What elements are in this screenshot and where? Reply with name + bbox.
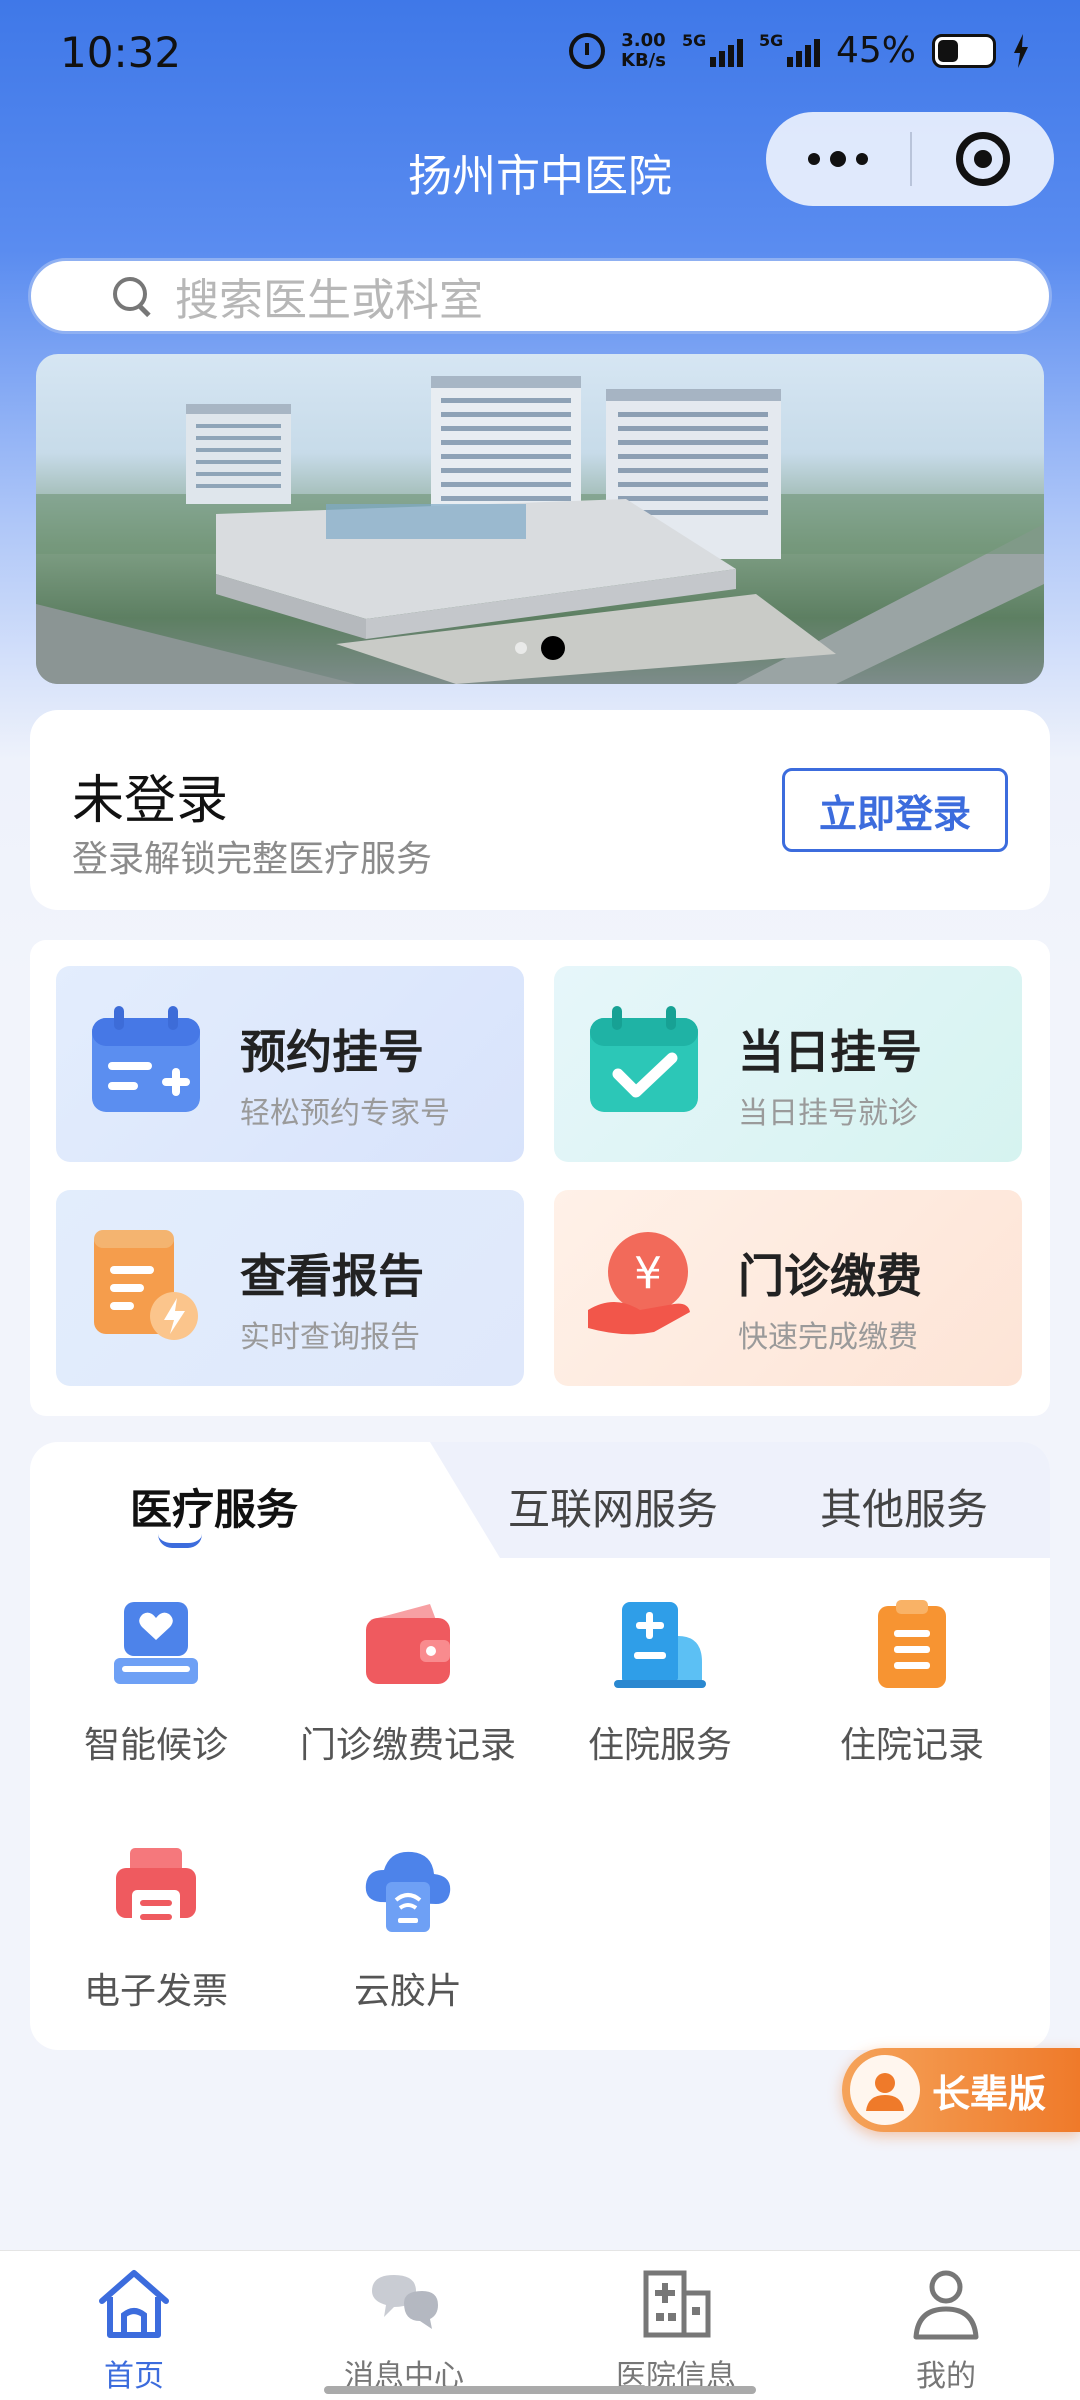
calendar-plus-icon	[92, 1006, 200, 1112]
search-input[interactable]: 搜索医生或科室	[175, 264, 483, 328]
tab-other-services[interactable]: 其他服务	[820, 1476, 988, 1537]
status-icons: 3.00 KB/s 5G 5G 45%	[569, 30, 1030, 71]
elder-avatar-icon	[850, 2055, 920, 2125]
user-icon	[913, 2270, 979, 2340]
quick-action-title: 查看报告	[240, 1249, 424, 1303]
miniprogram-capsule	[766, 112, 1054, 206]
quick-action-subtitle: 快速完成缴费	[738, 1320, 918, 1355]
hospital-banner-image	[36, 376, 1044, 684]
wallet-icon	[366, 1604, 450, 1684]
login-button[interactable]: 立即登录	[782, 768, 1008, 852]
login-status: 未登录	[72, 771, 229, 831]
quick-actions: 预约挂号 轻松预约专家号 当日挂号 当日挂号就诊 查看报告 实时查询报告 ¥ 门…	[30, 940, 1050, 1416]
signal-icon: 5G	[759, 31, 820, 67]
nav-item-hospital-info[interactable]: 医院信息	[576, 2263, 776, 2395]
quick-action-report[interactable]: 查看报告 实时查询报告	[56, 1190, 524, 1386]
nav-item-home[interactable]: 首页	[34, 2263, 234, 2395]
banner-indicator	[36, 636, 1044, 660]
quick-action-title: 当日挂号	[738, 1025, 922, 1079]
login-subtitle: 登录解锁完整医疗服务	[72, 839, 433, 880]
service-label: 电子发票	[83, 1971, 228, 2012]
signal-label: 5G	[681, 30, 707, 50]
service-smart-waiting[interactable]: 智能候诊	[30, 1596, 282, 1768]
search-icon	[111, 275, 153, 317]
payment-hand-icon: ¥	[588, 1232, 690, 1335]
login-card: 未登录 登录解锁完整医疗服务 立即登录	[30, 710, 1050, 910]
quick-action-same-day[interactable]: 当日挂号 当日挂号就诊	[554, 966, 1022, 1162]
status-bar: 10:32 3.00 KB/s 5G 5G 45%	[0, 0, 1080, 110]
quick-action-subtitle: 实时查询报告	[240, 1320, 420, 1355]
bottom-nav: 首页 消息中心 医院信息 我的	[0, 2250, 1080, 2400]
target-icon[interactable]	[912, 112, 1054, 206]
service-payment-records[interactable]: 门诊缴费记录	[282, 1596, 534, 1768]
hospital-bed-icon	[614, 1602, 706, 1688]
battery-percent: 45%	[835, 30, 916, 71]
nav-item-messages[interactable]: 消息中心	[304, 2263, 504, 2395]
banner-carousel[interactable]	[36, 354, 1044, 684]
quick-action-payment[interactable]: ¥ 门诊缴费 快速完成缴费	[554, 1190, 1022, 1386]
signal-label: 5G	[758, 30, 784, 50]
quick-action-subtitle: 轻松预约专家号	[240, 1096, 450, 1131]
service-e-invoice[interactable]: 电子发票	[30, 1842, 282, 2014]
banner-dot-active[interactable]	[541, 636, 565, 660]
quick-action-subtitle: 当日挂号就诊	[738, 1096, 918, 1131]
service-inpatient-records[interactable]: 住院记录	[786, 1596, 1038, 1768]
nav-label: 首页	[104, 2359, 164, 2394]
chat-icon	[372, 2275, 438, 2329]
battery-icon	[932, 33, 996, 68]
home-indicator	[324, 2386, 756, 2394]
elder-mode-button[interactable]: 长辈版	[842, 2048, 1080, 2132]
quick-action-appointment[interactable]: 预约挂号 轻松预约专家号	[56, 966, 524, 1162]
cloud-film-icon	[365, 1851, 451, 1932]
smart-waiting-icon	[114, 1602, 198, 1684]
hospital-building-icon	[643, 2270, 711, 2338]
search-bar[interactable]: 搜索医生或科室	[28, 258, 1052, 334]
banner-dot[interactable]	[515, 642, 527, 654]
quick-action-title: 门诊缴费	[738, 1249, 922, 1303]
clipboard-icon	[878, 1600, 946, 1688]
nav-label: 我的	[916, 2359, 976, 2394]
service-label: 云胶片	[353, 1971, 462, 2012]
service-label: 住院服务	[587, 1725, 732, 1766]
elder-mode-label: 长辈版	[932, 2071, 1047, 2116]
alarm-icon	[569, 32, 606, 69]
svg-text:¥: ¥	[634, 1248, 662, 1299]
service-inpatient[interactable]: 住院服务	[534, 1596, 786, 1768]
service-label: 智能候诊	[83, 1725, 228, 1766]
printer-invoice-icon	[116, 1848, 196, 1930]
net-speed-unit: KB/s	[621, 49, 666, 71]
quick-action-title: 预约挂号	[240, 1025, 424, 1079]
service-label: 住院记录	[839, 1725, 984, 1766]
net-speed-value: 3.00	[621, 29, 666, 51]
status-time: 10:32	[60, 28, 182, 77]
calendar-check-icon	[590, 1006, 698, 1112]
service-label: 门诊缴费记录	[299, 1725, 516, 1766]
page: 10:32 3.00 KB/s 5G 5G 45% 扬州市中医院 搜索医生或科室…	[0, 0, 1080, 2400]
signal-icon: 5G	[682, 31, 743, 67]
tab-internet-services[interactable]: 互联网服务	[508, 1476, 718, 1537]
services-panel: 医疗服务 互联网服务 其他服务 智能候诊 门诊缴费记录 住院服务 住院记录 电子…	[30, 1442, 1050, 2050]
net-speed: 3.00 KB/s	[621, 29, 666, 71]
service-cloud-film[interactable]: 云胶片	[282, 1842, 534, 2014]
charging-icon	[1014, 33, 1028, 68]
home-icon	[99, 2270, 169, 2338]
more-dots-icon[interactable]	[766, 112, 910, 206]
tab-medical-services[interactable]: 医疗服务	[130, 1476, 298, 1537]
report-icon	[94, 1230, 198, 1340]
nav-item-me[interactable]: 我的	[846, 2263, 1046, 2395]
